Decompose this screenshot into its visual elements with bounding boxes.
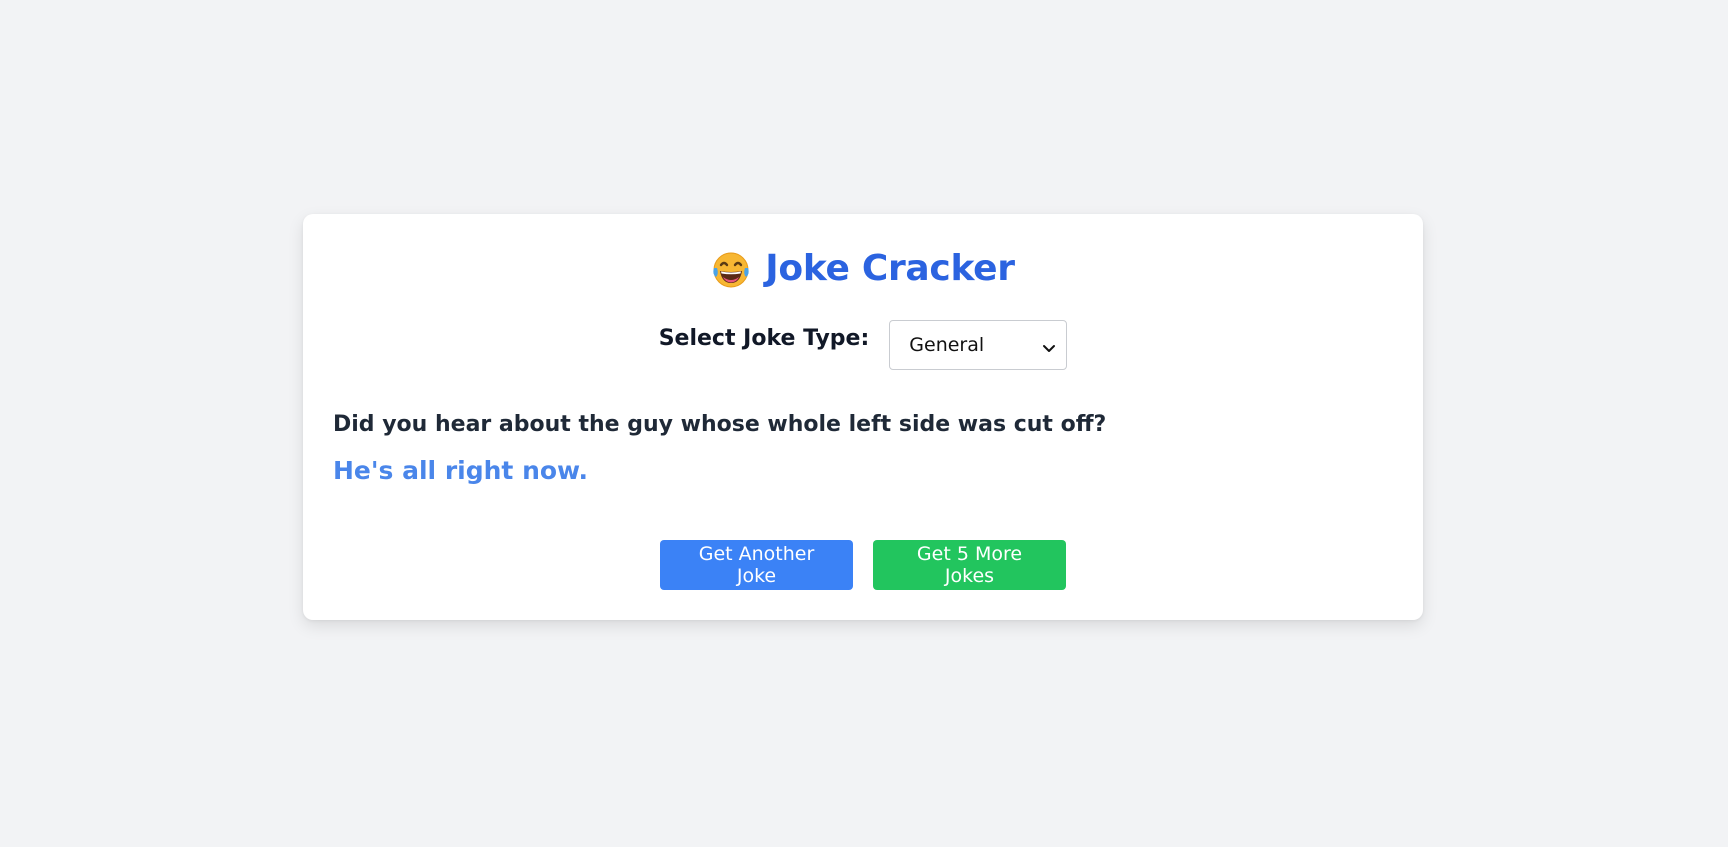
joke-type-row: Select Joke Type: General [303, 319, 1423, 371]
action-buttons: Get Another Joke Get 5 More Jokes [303, 540, 1423, 590]
chevron-down-icon [1042, 338, 1056, 352]
laughing-tears-emoji-icon [711, 249, 751, 289]
joke-type-selected-value: General [909, 334, 985, 356]
header: Joke Cracker [303, 244, 1423, 294]
get-more-jokes-button[interactable]: Get 5 More Jokes [873, 540, 1066, 590]
joke-type-label: Select Joke Type: [658, 325, 870, 351]
get-another-joke-button[interactable]: Get Another Joke [660, 540, 853, 590]
joke-card: Joke Cracker Select Joke Type: General D… [303, 214, 1423, 620]
joke-type-select[interactable]: General [889, 320, 1068, 370]
joke-setup: Did you hear about the guy whose whole l… [333, 412, 1107, 437]
app-title: Joke Cracker [765, 248, 1015, 289]
joke-punchline: He's all right now. [333, 456, 589, 485]
